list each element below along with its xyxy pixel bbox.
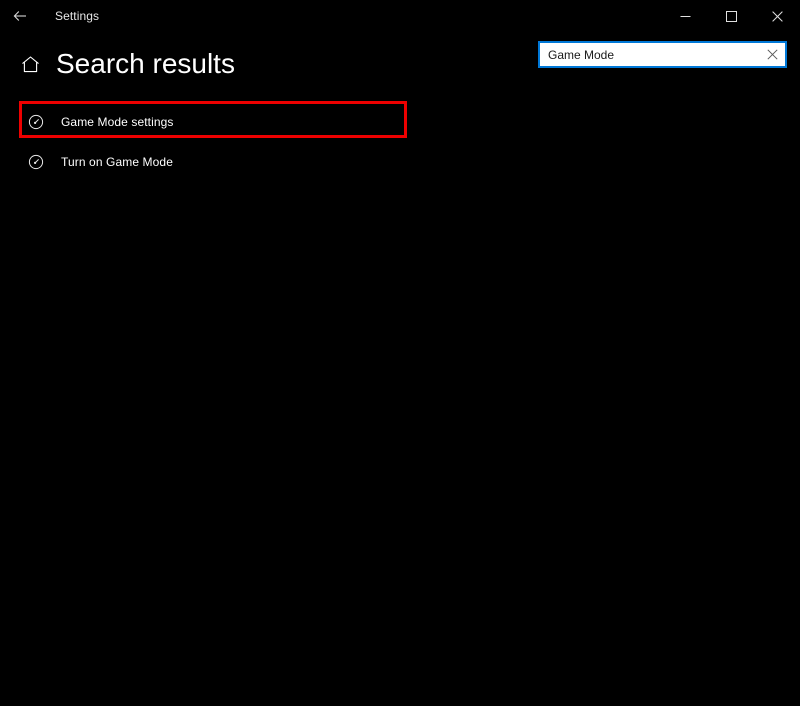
search-result-label: Turn on Game Mode [61,155,173,169]
search-result-label: Game Mode settings [61,115,174,129]
search-clear-button[interactable] [759,43,785,66]
maximize-icon [725,10,737,22]
home-button[interactable] [16,50,44,78]
caption-buttons [662,0,800,32]
back-button[interactable] [0,0,40,32]
search-result-item-turn-on-game-mode[interactable]: Turn on Game Mode [0,145,800,179]
search-input[interactable] [540,43,759,66]
search-results-list: Game Mode settings Turn on Game Mode [0,101,800,179]
close-icon [766,49,778,60]
home-icon [20,54,41,75]
app-title: Settings [55,9,100,23]
page-title: Search results [56,48,235,79]
game-mode-gauge-icon [27,153,45,171]
minimize-icon [680,11,691,22]
title-bar: Settings [0,0,800,32]
maximize-button[interactable] [708,0,754,32]
close-button[interactable] [754,0,800,32]
minimize-button[interactable] [662,0,708,32]
back-arrow-icon [12,8,28,24]
game-mode-gauge-icon [27,113,45,131]
search-result-item-game-mode-settings[interactable]: Game Mode settings [0,105,800,139]
close-icon [771,10,783,22]
search-box[interactable] [538,41,787,68]
